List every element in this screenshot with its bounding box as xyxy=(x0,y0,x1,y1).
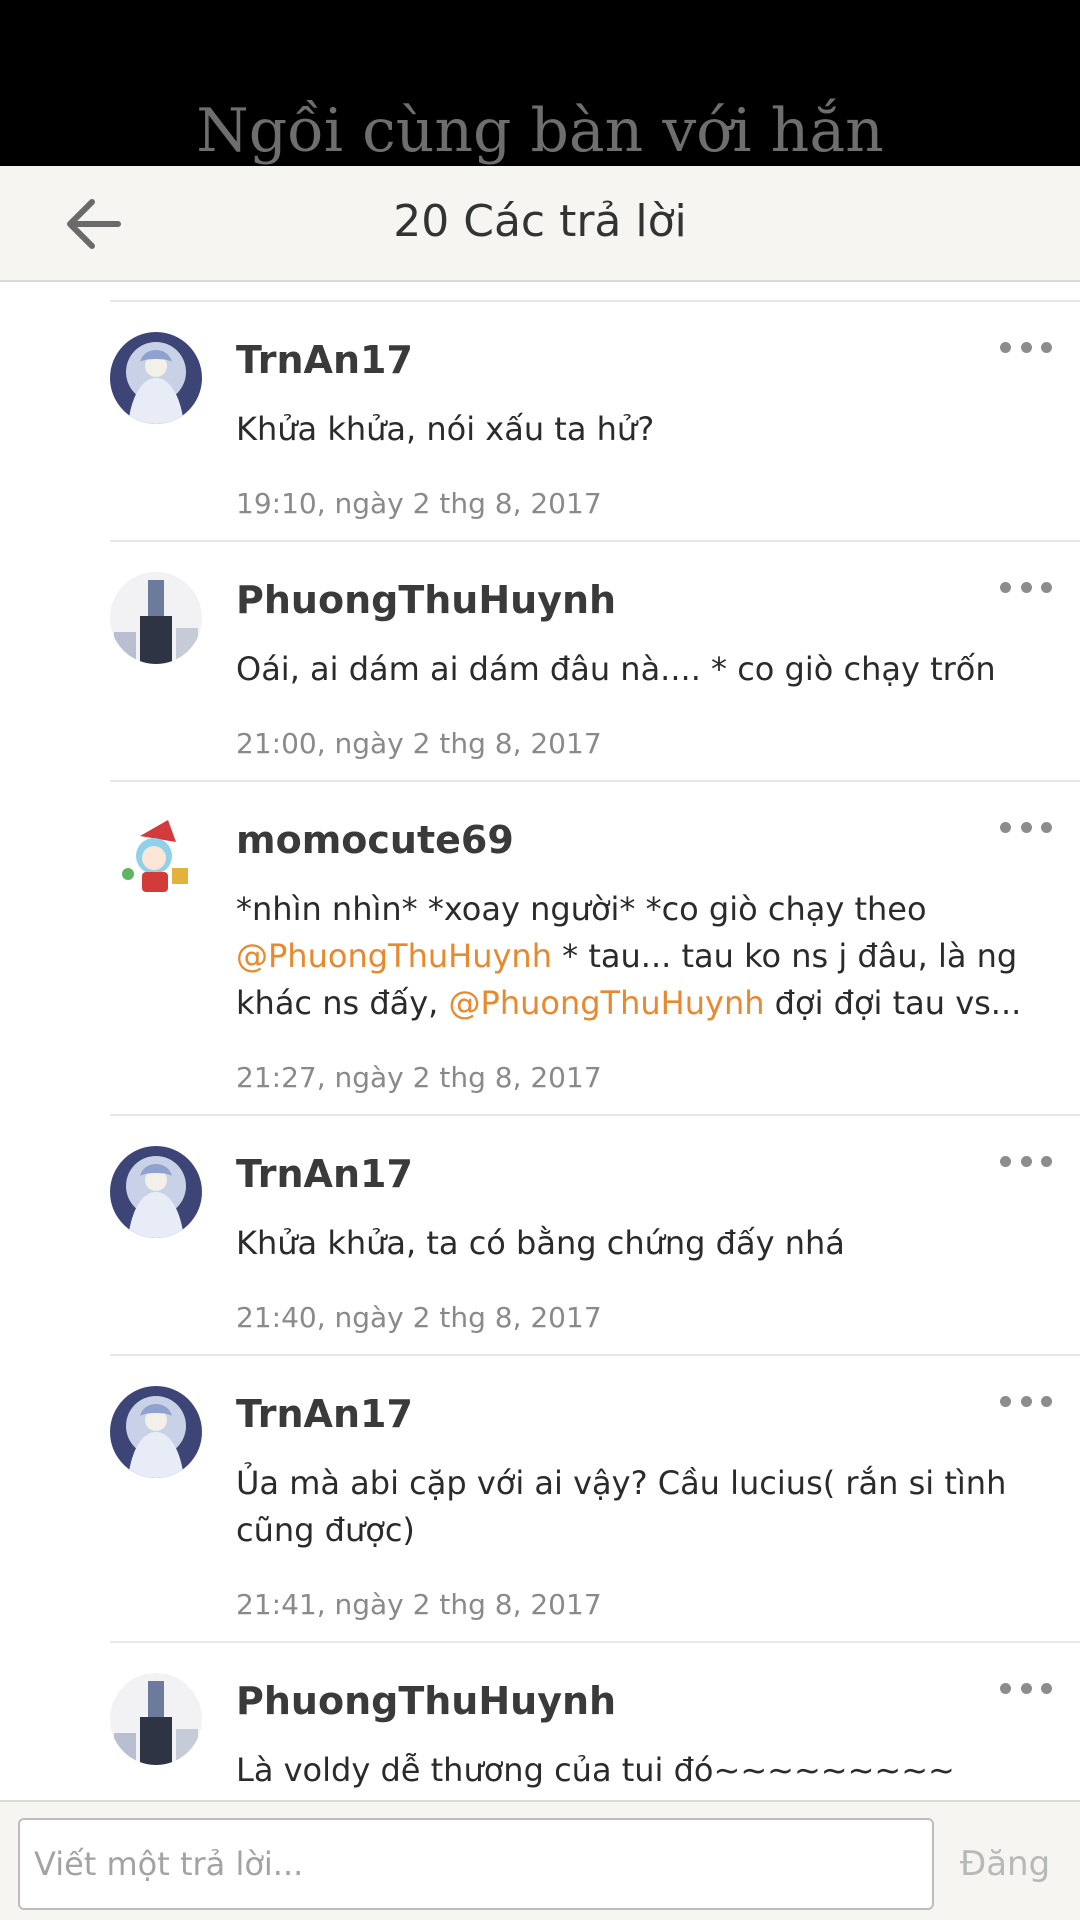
comment-author[interactable]: TrnAn17 xyxy=(236,338,413,382)
comment-timestamp: 19:10, ngày 2 thg 8, 2017 xyxy=(236,487,602,520)
comment-timestamp: 21:27, ngày 2 thg 8, 2017 xyxy=(236,1061,602,1094)
avatar[interactable] xyxy=(110,332,202,424)
comment-item: TrnAn17 Ủa mà abi cặp với ai vậy? Cầu lu… xyxy=(110,1356,1080,1643)
comment-text: Ủa mà abi cặp với ai vậy? Cầu lucius( rắ… xyxy=(236,1464,1007,1549)
reply-input[interactable] xyxy=(18,1818,934,1910)
story-title-bar: Ngồi cùng bàn với hắn xyxy=(0,0,1080,166)
avatar[interactable] xyxy=(110,812,202,904)
more-options-button[interactable] xyxy=(1000,1673,1052,1703)
comment-text: Oái, ai dám ai dám đâu nà.... * co giò c… xyxy=(236,650,996,688)
story-title: Ngồi cùng bàn với hắn xyxy=(196,96,884,166)
more-options-button[interactable] xyxy=(1000,572,1052,602)
comment-timestamp: 21:00, ngày 2 thg 8, 2017 xyxy=(236,727,602,760)
avatar[interactable] xyxy=(110,1386,202,1478)
more-dots-icon xyxy=(1000,581,1011,593)
comment-text: *nhìn nhìn* *xoay người* *co giò chạy th… xyxy=(236,886,1040,1027)
more-options-button[interactable] xyxy=(1000,332,1052,362)
comment-text: Khửa khửa, ta có bằng chứng đấy nhá xyxy=(236,1224,845,1262)
comment-text: Là voldy dễ thương của tui đó~~~~~~~~~ xyxy=(236,1751,955,1789)
header: 20 Các trả lời xyxy=(0,166,1080,282)
avatar[interactable] xyxy=(110,1146,202,1238)
more-dots-icon xyxy=(1000,1682,1011,1694)
comment-text: Khửa khửa, nói xấu ta hử? xyxy=(236,410,655,448)
comment-author[interactable]: TrnAn17 xyxy=(236,1392,413,1436)
more-dots-icon xyxy=(1000,1395,1011,1407)
comment-item: momocute69 *nhìn nhìn* *xoay người* *co … xyxy=(110,782,1080,1116)
comment-item: TrnAn17 Khửa khửa, ta có bằng chứng đấy … xyxy=(110,1116,1080,1356)
comment-item: PhuongThuHuynh Là voldy dễ thương của tu… xyxy=(110,1643,1080,1800)
more-options-button[interactable] xyxy=(1000,1386,1052,1416)
more-options-button[interactable] xyxy=(1000,1146,1052,1176)
more-dots-icon xyxy=(1000,1155,1011,1167)
more-options-button[interactable] xyxy=(1000,812,1052,842)
replies-list[interactable]: TrnAn17 Khửa khửa, nói xấu ta hử? 19:10,… xyxy=(0,282,1080,1800)
comment-item: TrnAn17 Khửa khửa, nói xấu ta hử? 19:10,… xyxy=(110,302,1080,542)
comment-timestamp: 21:40, ngày 2 thg 8, 2017 xyxy=(236,1301,602,1334)
reply-bar: Đăng xyxy=(0,1800,1080,1920)
comment-author[interactable]: PhuongThuHuynh xyxy=(236,1679,616,1723)
comment-text-part: đợi đợi tau vs... xyxy=(764,984,1022,1022)
post-reply-button[interactable]: Đăng xyxy=(940,1818,1070,1910)
comment-text-part: *nhìn nhìn* *xoay người* *co giò chạy th… xyxy=(236,890,927,928)
replies-count-title: 20 Các trả lời xyxy=(393,196,687,247)
avatar[interactable] xyxy=(110,1673,202,1765)
more-dots-icon xyxy=(1000,821,1011,833)
comment-author[interactable]: TrnAn17 xyxy=(236,1152,413,1196)
avatar[interactable] xyxy=(110,572,202,664)
user-mention-link[interactable]: @PhuongThuHuynh xyxy=(449,984,765,1022)
comment-timestamp: 21:41, ngày 2 thg 8, 2017 xyxy=(236,1588,602,1621)
comment-item: PhuongThuHuynh Oái, ai dám ai dám đâu nà… xyxy=(110,542,1080,782)
user-mention-link[interactable]: @PhuongThuHuynh xyxy=(236,937,552,975)
more-dots-icon xyxy=(1000,341,1011,353)
comment-author[interactable]: momocute69 xyxy=(236,818,514,862)
comment-author[interactable]: PhuongThuHuynh xyxy=(236,578,616,622)
